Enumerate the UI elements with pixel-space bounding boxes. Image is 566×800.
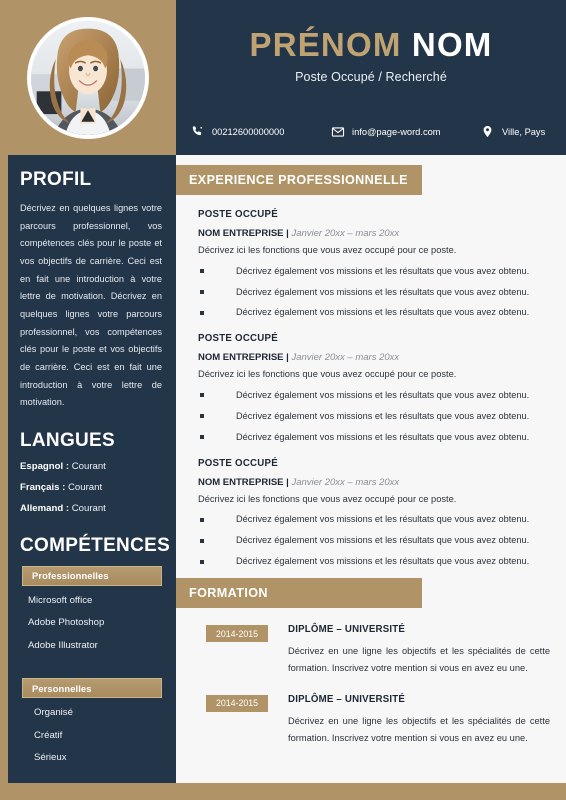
- job-title: POSTE OCCUPÉ: [198, 333, 278, 345]
- competences-badge-personnelles: Personnelles: [22, 678, 162, 699]
- experience-entry: POSTE OCCUPÉ NOM ENTREPRISE | Janvier 20…: [198, 209, 550, 319]
- cv-page: PRÉNOM NOM Poste Occupé / Recherché 0021…: [0, 0, 566, 800]
- job-bullets: Décrivez également vos missions et les r…: [198, 390, 550, 444]
- job-company: NOM ENTREPRISE |: [198, 228, 289, 239]
- formation-date-badge: 2014-2015: [206, 625, 268, 643]
- formation-title: DIPLÔME – UNIVERSITÉ: [288, 693, 406, 705]
- sidebar: PROFIL Décrivez en quelques lignes votre…: [8, 155, 176, 783]
- job-company: NOM ENTREPRISE |: [198, 476, 289, 488]
- contact-row: 00212600000000 info@page-word.com Ville,…: [176, 124, 566, 139]
- langue-name: Espagnol :: [20, 460, 70, 472]
- langue-level: Courant: [71, 502, 106, 514]
- list-item: Décrivez également vos missions et les r…: [198, 411, 550, 423]
- map-pin-icon: [480, 124, 495, 139]
- list-item: Décrivez également vos missions et les r…: [198, 266, 550, 278]
- phone-icon: [190, 124, 205, 139]
- experience-entry: POSTE OCCUPÉ NOM ENTREPRISE | Janvier 20…: [198, 333, 550, 443]
- contact-email-value: info@page-word.com: [352, 126, 441, 137]
- list-item: Décrivez également vos missions et les r…: [198, 287, 550, 299]
- section-banner-experience: EXPERIENCE PROFESSIONNELLE: [176, 165, 422, 195]
- langue-name: Français :: [20, 481, 66, 493]
- photo-zone: [0, 0, 176, 155]
- job-bullets: Décrivez également vos missions et les r…: [198, 266, 550, 320]
- job-dates: Janvier 20xx – mars 20xx: [291, 352, 400, 364]
- contact-location[interactable]: Ville, Pays: [480, 124, 545, 139]
- formation-body: DIPLÔME – UNIVERSITÉ Décrivez en une lig…: [288, 624, 550, 677]
- last-name: NOM: [411, 26, 493, 63]
- list-item: Décrivez également vos missions et les r…: [198, 432, 550, 444]
- contact-location-value: Ville, Pays: [502, 126, 546, 137]
- left-edge-strip: [0, 155, 8, 783]
- list-item: Adobe Illustrator: [28, 639, 98, 651]
- body-row: PROFIL Décrivez en quelques lignes votre…: [0, 155, 566, 783]
- list-item: Décrivez également vos missions et les r…: [198, 556, 550, 568]
- job-title: POSTE OCCUPÉ: [198, 209, 278, 220]
- formation-list: 2014-2015 DIPLÔME – UNIVERSITÉ Décrivez …: [176, 624, 566, 747]
- job-description: Décrivez ici les fonctions que vous avez…: [198, 369, 457, 380]
- list-item: Créatif: [34, 729, 63, 741]
- contact-phone-value: 00212600000000: [212, 126, 285, 137]
- list-item: Décrivez également vos missions et les r…: [198, 390, 550, 402]
- list-item: Adobe Photoshop: [28, 617, 105, 629]
- list-item: Décrivez également vos missions et les r…: [198, 514, 550, 526]
- job-title: POSTE OCCUPÉ: [198, 457, 278, 469]
- job-description: Décrivez ici les fonctions que vous avez…: [198, 493, 457, 504]
- list-item: Français : Courant: [20, 482, 162, 494]
- formation-entry: 2014-2015 DIPLÔME – UNIVERSITÉ Décrivez …: [198, 624, 550, 677]
- langue-name: Allemand :: [20, 502, 70, 514]
- header-zone: PRÉNOM NOM Poste Occupé / Recherché 0021…: [176, 0, 566, 155]
- contact-email[interactable]: info@page-word.com: [330, 124, 480, 139]
- langue-level: Courant: [71, 460, 106, 472]
- formation-entry: 2014-2015 DIPLÔME – UNIVERSITÉ Décrivez …: [198, 694, 550, 747]
- job-meta: NOM ENTREPRISE | Janvier 20xx – mars 20x…: [198, 352, 550, 363]
- full-name: PRÉNOM NOM: [176, 26, 566, 63]
- list-item: Allemand : Courant: [20, 503, 162, 515]
- job-dates: Janvier 20xx – mars 20xx: [291, 228, 400, 239]
- competences-badge-professionnelles: Professionnelles: [22, 565, 162, 586]
- job-bullets: Décrivez également vos missions et les r…: [198, 514, 550, 568]
- header-band: PRÉNOM NOM Poste Occupé / Recherché 0021…: [0, 0, 566, 155]
- job-description: Décrivez ici les fonctions que vous avez…: [198, 245, 457, 255]
- section-banner-formation: FORMATION: [176, 578, 422, 609]
- job-meta: NOM ENTREPRISE | Janvier 20xx – mars 20x…: [198, 228, 550, 239]
- job-meta: NOM ENTREPRISE | Janvier 20xx – mars 20x…: [198, 477, 550, 488]
- avatar: [27, 16, 149, 139]
- footer-strip: [0, 783, 566, 800]
- sidebar-heading-langues: LANGUES: [20, 429, 115, 451]
- sidebar-heading-competences: COMPÉTENCES: [20, 534, 171, 556]
- formation-description: Décrivez en une ligne les objectifs et l…: [288, 646, 550, 674]
- sidebar-heading-profil: PROFIL: [20, 169, 92, 190]
- list-item: Microsoft office: [28, 594, 93, 606]
- formation-body: DIPLÔME – UNIVERSITÉ Décrivez en une lig…: [288, 694, 550, 747]
- formation-date-badge: 2014-2015: [206, 694, 268, 712]
- list-item: Sérieux: [34, 752, 67, 764]
- langue-level: Courant: [68, 481, 103, 493]
- list-item: Décrivez également vos missions et les r…: [198, 535, 550, 547]
- experience-entry: POSTE OCCUPÉ NOM ENTREPRISE | Janvier 20…: [198, 458, 550, 568]
- formation-title: DIPLÔME – UNIVERSITÉ: [288, 624, 406, 636]
- langues-list: Espagnol : Courant Français : Courant Al…: [20, 461, 162, 515]
- formation-description: Décrivez en une ligne les objectifs et l…: [288, 715, 550, 743]
- list-item: Espagnol : Courant: [20, 461, 162, 473]
- experience-list: POSTE OCCUPÉ NOM ENTREPRISE | Janvier 20…: [176, 209, 566, 568]
- avatar-portrait-icon: [31, 20, 145, 135]
- job-subtitle: Poste Occupé / Recherché: [295, 69, 447, 84]
- envelope-icon: [330, 124, 345, 139]
- first-name: PRÉNOM: [249, 26, 402, 63]
- job-company: NOM ENTREPRISE |: [198, 352, 289, 364]
- list-item: Décrivez également vos missions et les r…: [198, 307, 550, 319]
- contact-phone[interactable]: 00212600000000: [190, 124, 330, 139]
- profil-text: Décrivez en quelques lignes votre parcou…: [20, 203, 162, 408]
- job-dates: Janvier 20xx – mars 20xx: [291, 476, 400, 488]
- list-item: Organisé: [34, 707, 73, 719]
- main-content: EXPERIENCE PROFESSIONNELLE POSTE OCCUPÉ …: [176, 155, 566, 783]
